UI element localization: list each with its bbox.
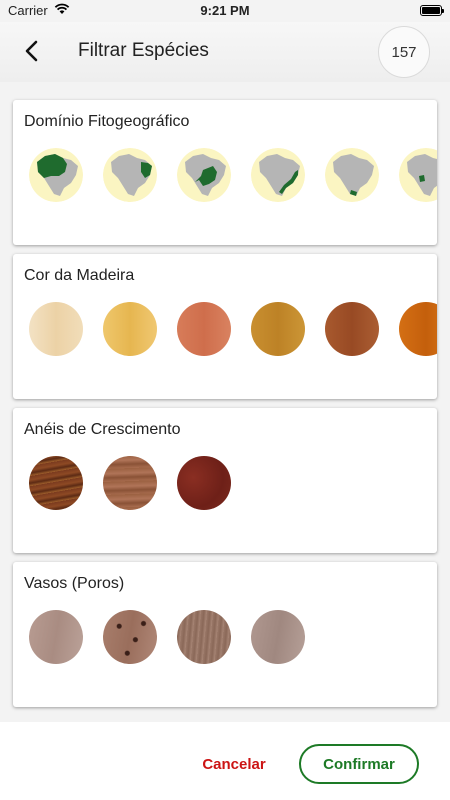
brazil-map-pampa-icon [325,148,379,202]
wood-color-swatch[interactable] [251,302,305,356]
action-footer: Cancelar Confirmar [0,722,450,800]
card-dominio-fitogeografico: Domínio Fitogeográfico [13,100,437,245]
biome-cerrado-swatch[interactable] [177,148,231,202]
growth-ring-row [29,456,437,516]
biome-row [29,148,437,208]
section-title: Domínio Fitogeográfico [24,113,190,130]
biome-caatinga-swatch[interactable] [103,148,157,202]
filter-content: Domínio Fitogeográfico Cor da Madeira An… [0,82,450,722]
wood-texture-swatch[interactable] [103,456,157,510]
cancel-button[interactable]: Cancelar [190,744,278,784]
wood-texture-swatch[interactable] [103,610,157,664]
wood-texture-swatch[interactable] [251,610,305,664]
status-bar: Carrier 9:21 PM [0,0,450,22]
brazil-map-caatinga-icon [103,148,157,202]
wood-color-swatch[interactable] [103,302,157,356]
app-header: Filtrar Espécies 157 [0,22,450,82]
section-title: Vasos (Poros) [24,575,125,592]
section-title: Anéis de Crescimento [24,421,181,438]
biome-pampa-swatch[interactable] [325,148,379,202]
card-vasos-poros: Vasos (Poros) [13,562,437,707]
brazil-map-amazonia-icon [29,148,83,202]
wood-color-swatch[interactable] [399,302,437,356]
brazil-map-pantanal-icon [399,148,437,202]
status-time: 9:21 PM [200,3,250,18]
section-title: Cor da Madeira [24,267,135,284]
wood-texture-swatch[interactable] [29,610,83,664]
wood-color-row [29,302,437,362]
card-cor-da-madeira: Cor da Madeira [13,254,437,399]
brazil-map-mata-atlantica-icon [251,148,305,202]
biome-pantanal-swatch[interactable] [399,148,437,202]
brazil-map-cerrado-icon [177,148,231,202]
wood-color-swatch[interactable] [177,302,231,356]
biome-mata-atlantica-swatch[interactable] [251,148,305,202]
card-aneis-de-crescimento: Anéis de Crescimento [13,408,437,553]
back-button[interactable] [18,34,46,68]
wood-color-swatch[interactable] [325,302,379,356]
battery-icon [420,5,444,16]
pores-row [29,610,437,670]
species-count-badge: 157 [378,26,430,78]
wood-texture-swatch[interactable] [29,456,83,510]
wood-texture-swatch[interactable] [177,456,231,510]
biome-amazonia-swatch[interactable] [29,148,83,202]
wood-color-swatch[interactable] [29,302,83,356]
wood-texture-swatch[interactable] [177,610,231,664]
confirm-button[interactable]: Confirmar [299,744,419,784]
chevron-left-icon [25,40,38,62]
page-title: Filtrar Espécies [78,40,209,61]
